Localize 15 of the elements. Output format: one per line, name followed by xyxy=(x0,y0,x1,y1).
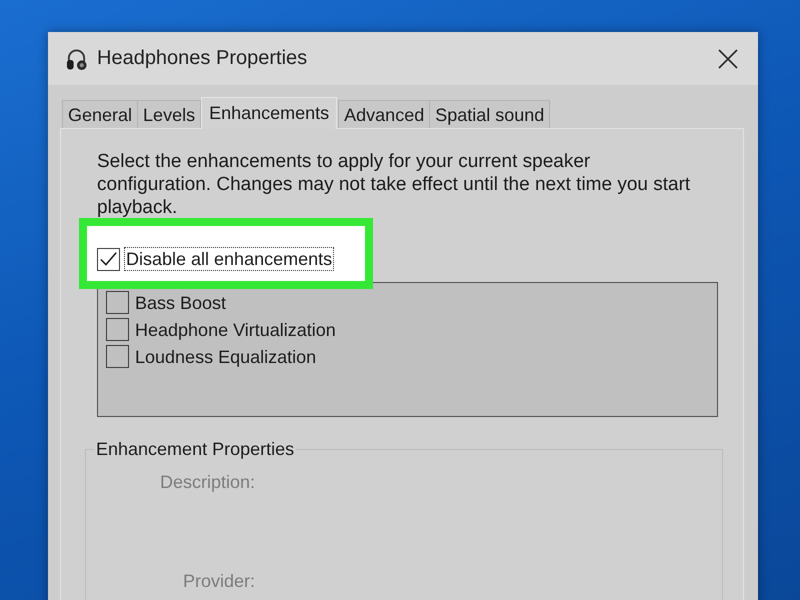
tab[interactable]: Spatial sound xyxy=(429,100,550,128)
close-icon xyxy=(718,48,738,68)
checkbox[interactable] xyxy=(97,248,120,270)
headphones-icon xyxy=(66,46,87,70)
field-label: Description: xyxy=(160,471,255,493)
window-title: Headphones Properties xyxy=(97,47,308,70)
field-label: Provider: xyxy=(182,570,255,592)
tab[interactable]: Advanced xyxy=(338,100,430,128)
description-text: Select the enhancements to apply for your current speaker configuration. Changes may not take effect until the next time you start playback. xyxy=(97,150,692,219)
group-title: Enhancement Properties xyxy=(95,438,296,460)
tab[interactable]: Enhancements xyxy=(201,97,338,129)
checkbox-label[interactable]: Disable all enhancements xyxy=(124,247,334,271)
tab[interactable]: General xyxy=(62,100,138,128)
checkmark-icon xyxy=(100,250,117,268)
tab[interactable]: Levels xyxy=(137,100,202,128)
